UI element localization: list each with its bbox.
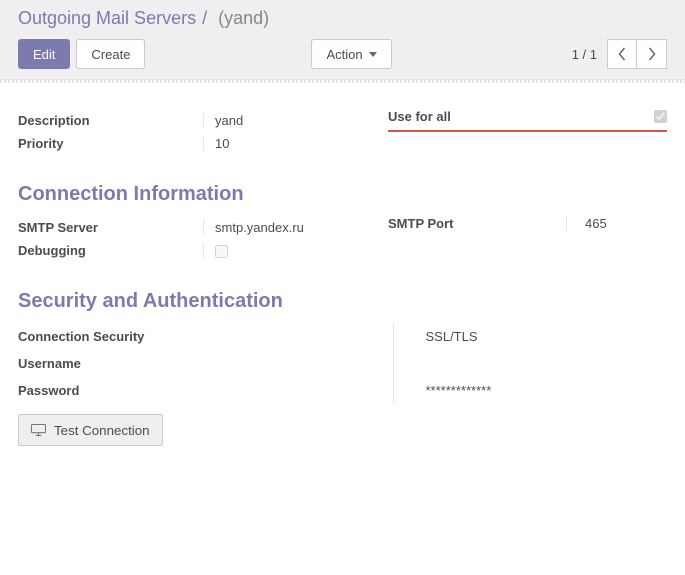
debugging-label: Debugging	[18, 239, 203, 262]
smtp-server-label: SMTP Server	[18, 216, 203, 239]
use-for-all-label: Use for all	[388, 109, 451, 124]
chevron-left-icon	[618, 47, 627, 61]
breadcrumb-current: (yand)	[213, 8, 269, 29]
smtp-server-value: smtp.yandex.ru	[203, 220, 304, 235]
toolbar: Edit Create Action 1 / 1	[18, 39, 667, 69]
debugging-checkbox	[215, 245, 228, 258]
breadcrumb: Outgoing Mail Servers / (yand)	[18, 8, 667, 29]
test-connection-button[interactable]: Test Connection	[18, 414, 163, 446]
action-label: Action	[326, 47, 362, 62]
breadcrumb-root[interactable]: Outgoing Mail Servers	[18, 8, 196, 29]
use-for-all-row: Use for all	[388, 109, 667, 132]
test-connection-label: Test Connection	[54, 423, 150, 438]
chevron-right-icon	[647, 47, 656, 61]
description-value: yand	[203, 113, 243, 128]
caret-down-icon	[369, 52, 377, 57]
priority-label: Priority	[18, 132, 203, 155]
edit-button[interactable]: Edit	[18, 39, 70, 69]
connection-info-heading: Connection Information	[18, 183, 667, 206]
pager-count: 1 / 1	[572, 47, 597, 62]
breadcrumb-separator: /	[202, 8, 207, 29]
connection-security-value: SSL/TLS	[393, 323, 667, 350]
security-auth-heading: Security and Authentication	[18, 290, 667, 313]
connection-security-label: Connection Security	[18, 323, 393, 350]
monitor-icon	[31, 424, 46, 436]
smtp-port-value: 465	[566, 216, 667, 231]
create-button[interactable]: Create	[76, 39, 145, 69]
description-label: Description	[18, 109, 203, 132]
smtp-port-label: SMTP Port	[388, 216, 566, 231]
pager-next-button[interactable]	[637, 39, 667, 69]
username-value	[393, 350, 667, 377]
password-label: Password	[18, 377, 393, 404]
password-value: *************	[393, 377, 667, 404]
use-for-all-checkbox	[654, 110, 667, 123]
priority-value: 10	[203, 136, 229, 151]
action-dropdown[interactable]: Action	[311, 39, 391, 69]
username-label: Username	[18, 350, 393, 377]
pager-prev-button[interactable]	[607, 39, 637, 69]
